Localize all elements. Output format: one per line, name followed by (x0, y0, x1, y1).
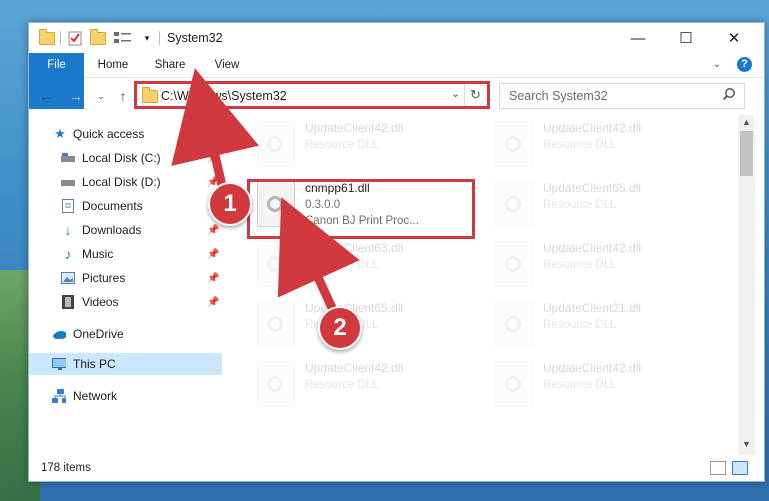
arrow-to-address-bar (171, 68, 259, 192)
arrow-to-file (277, 197, 360, 312)
callout-arrows (171, 68, 360, 312)
callout-badge-2: 2 (318, 306, 362, 350)
callout-badge-1: 1 (208, 182, 252, 226)
